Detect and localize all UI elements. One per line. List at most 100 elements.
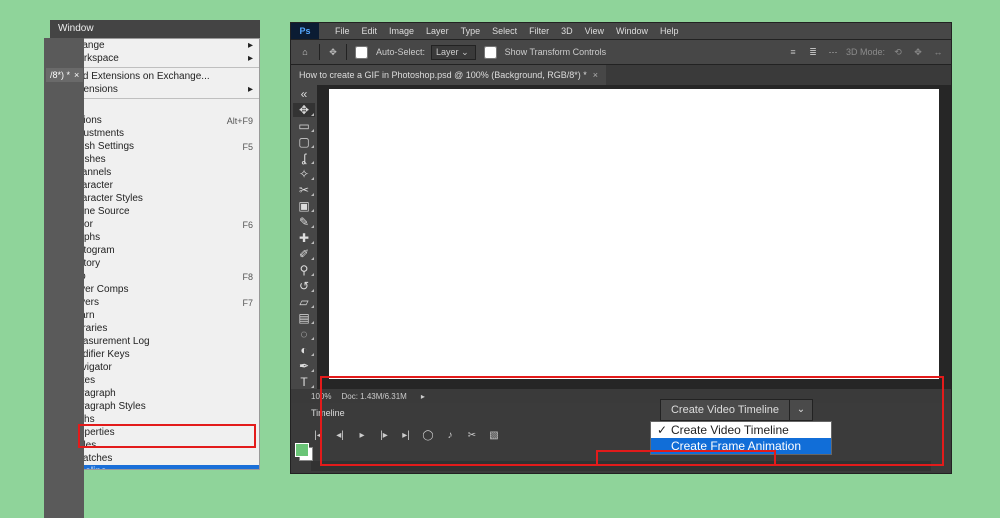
tool-flyout-icon <box>311 145 314 148</box>
menu-file[interactable]: File <box>329 26 356 36</box>
menu-item-label: Find Extensions on Exchange... <box>69 71 253 82</box>
menu-help[interactable]: Help <box>654 26 685 36</box>
menu-item-label: Navigator <box>69 362 253 373</box>
tool-lasso[interactable]: ʆ <box>293 151 315 165</box>
tool-dodge[interactable]: ◐ <box>293 343 315 357</box>
menu-item-label: Character Styles <box>69 193 253 204</box>
3d-slide-icon[interactable]: ↔ <box>931 45 945 59</box>
menu-item-label: Modifier Keys <box>69 349 253 360</box>
menu-title-bar: Window <box>50 20 260 38</box>
menu-type[interactable]: Type <box>455 26 487 36</box>
menu-item-label: Actions <box>69 115 227 126</box>
menu-item-label: Channels <box>69 167 253 178</box>
auto-select-checkbox[interactable] <box>355 46 368 59</box>
menu-edit[interactable]: Edit <box>356 26 384 36</box>
tool-healing[interactable]: ✚ <box>293 231 315 245</box>
menu-item-label: Paragraph <box>69 388 253 399</box>
highlight-create-frame-animation <box>596 450 776 466</box>
menu-item-label: Layers <box>69 297 242 308</box>
close-icon[interactable]: × <box>74 70 79 80</box>
align-icon-2[interactable]: ≣ <box>806 45 820 59</box>
tool-type[interactable]: T <box>293 375 315 389</box>
menu-item-label: Character <box>69 180 253 191</box>
menu-filter[interactable]: Filter <box>523 26 555 36</box>
options-bar: ⌂ ✥ Auto-Select: Layer ⌄ Show Transform … <box>291 39 951 65</box>
color-swatch[interactable] <box>295 443 313 461</box>
3d-mode-label: 3D Mode: <box>846 47 885 57</box>
tool-flyout-icon <box>311 289 314 292</box>
tool-flyout-icon <box>311 113 314 116</box>
app-menubar: Ps FileEditImageLayerTypeSelectFilter3DV… <box>291 23 951 39</box>
tool-eraser[interactable]: ▱ <box>293 295 315 309</box>
tool-eyedropper[interactable]: ✎ <box>293 215 315 229</box>
menu-item-label: Extensions <box>69 84 244 95</box>
menu-title-window[interactable]: Window <box>50 20 102 38</box>
menu-item-label: Color <box>69 219 242 230</box>
menu-shortcut: F5 <box>242 142 253 152</box>
menu-image[interactable]: Image <box>383 26 420 36</box>
tool-flyout-icon <box>311 129 314 132</box>
submenu-caret-icon: ▸ <box>248 84 253 95</box>
menu-shortcut: Alt+F9 <box>227 116 253 126</box>
3d-orbit-icon[interactable]: ⟲ <box>891 45 905 59</box>
document-tab[interactable]: How to create a GIF in Photoshop.psd @ 1… <box>291 65 606 85</box>
submenu-caret-icon: ▸ <box>248 40 253 51</box>
menu-item-label: Learn <box>69 310 253 321</box>
menu-item-label: Glyphs <box>69 232 253 243</box>
home-icon[interactable]: ⌂ <box>297 44 313 60</box>
close-icon[interactable]: × <box>593 70 598 80</box>
tools-panel: «✥▭▢ʆ✧✂▣✎✚✐⚲↺▱▤◌◐✒T↖◻⋯ <box>291 85 317 389</box>
tool-flyout-icon <box>311 273 314 276</box>
tool-quickselect[interactable]: ✧ <box>293 167 315 181</box>
menu-item-label: Brushes <box>69 154 253 165</box>
toolbar-collapse-icon[interactable]: « <box>293 87 315 101</box>
tool-brush[interactable]: ✐ <box>293 247 315 261</box>
auto-select-combo[interactable]: Layer ⌄ <box>431 45 476 60</box>
tool-stamp[interactable]: ⚲ <box>293 263 315 277</box>
canvas[interactable] <box>329 89 939 379</box>
menu-item-label: Arrange <box>69 40 244 51</box>
menu-item-label: Workspace <box>69 53 244 64</box>
tool-pen[interactable]: ✒ <box>293 359 315 373</box>
menu-view[interactable]: View <box>579 26 610 36</box>
highlight-timeline-menu <box>78 424 256 448</box>
tool-artboard[interactable]: ▭ <box>293 119 315 133</box>
tool-flyout-icon <box>311 161 314 164</box>
menu-3d[interactable]: 3D <box>555 26 579 36</box>
tool-crop[interactable]: ✂ <box>293 183 315 197</box>
tool-flyout-icon <box>311 193 314 196</box>
tool-flyout-icon <box>311 369 314 372</box>
chevron-down-icon: ⌄ <box>461 47 469 57</box>
tool-blur[interactable]: ◌ <box>293 327 315 341</box>
more-icon[interactable]: ⋯ <box>826 45 840 59</box>
menu-item-label: Layer Comps <box>69 284 253 295</box>
tool-flyout-icon <box>311 225 314 228</box>
tool-flyout-icon <box>311 385 314 388</box>
menu-item-label: Brush Settings <box>69 141 242 152</box>
tool-gradient[interactable]: ▤ <box>293 311 315 325</box>
auto-select-label: Auto-Select: <box>376 47 425 57</box>
3d-pan-icon[interactable]: ✥ <box>911 45 925 59</box>
menu-window[interactable]: Window <box>610 26 654 36</box>
tool-history-brush[interactable]: ↺ <box>293 279 315 293</box>
background-tab: /8*) *× <box>46 68 83 82</box>
submenu-caret-icon: ▸ <box>248 53 253 64</box>
move-tool-icon: ✥ <box>326 45 340 59</box>
align-icon[interactable]: ≡ <box>786 45 800 59</box>
tool-flyout-icon <box>311 305 314 308</box>
tool-flyout-icon <box>311 209 314 212</box>
tool-frame[interactable]: ▣ <box>293 199 315 213</box>
menu-item-label: Histogram <box>69 245 253 256</box>
menu-select[interactable]: Select <box>486 26 523 36</box>
window-menu-screenshot: /8*) *× Window Arrange▸Workspace▸Find Ex… <box>50 20 260 470</box>
foreground-color-swatch[interactable] <box>295 443 309 457</box>
tool-flyout-icon <box>311 257 314 260</box>
show-transform-checkbox[interactable] <box>484 46 497 59</box>
ps-logo-icon: Ps <box>291 23 319 39</box>
tool-marquee[interactable]: ▢ <box>293 135 315 149</box>
tool-flyout-icon <box>311 177 314 180</box>
menu-item-label: Paragraph Styles <box>69 401 253 412</box>
menu-item-label: History <box>69 258 253 269</box>
tool-move[interactable]: ✥ <box>293 103 315 117</box>
menu-layer[interactable]: Layer <box>420 26 455 36</box>
